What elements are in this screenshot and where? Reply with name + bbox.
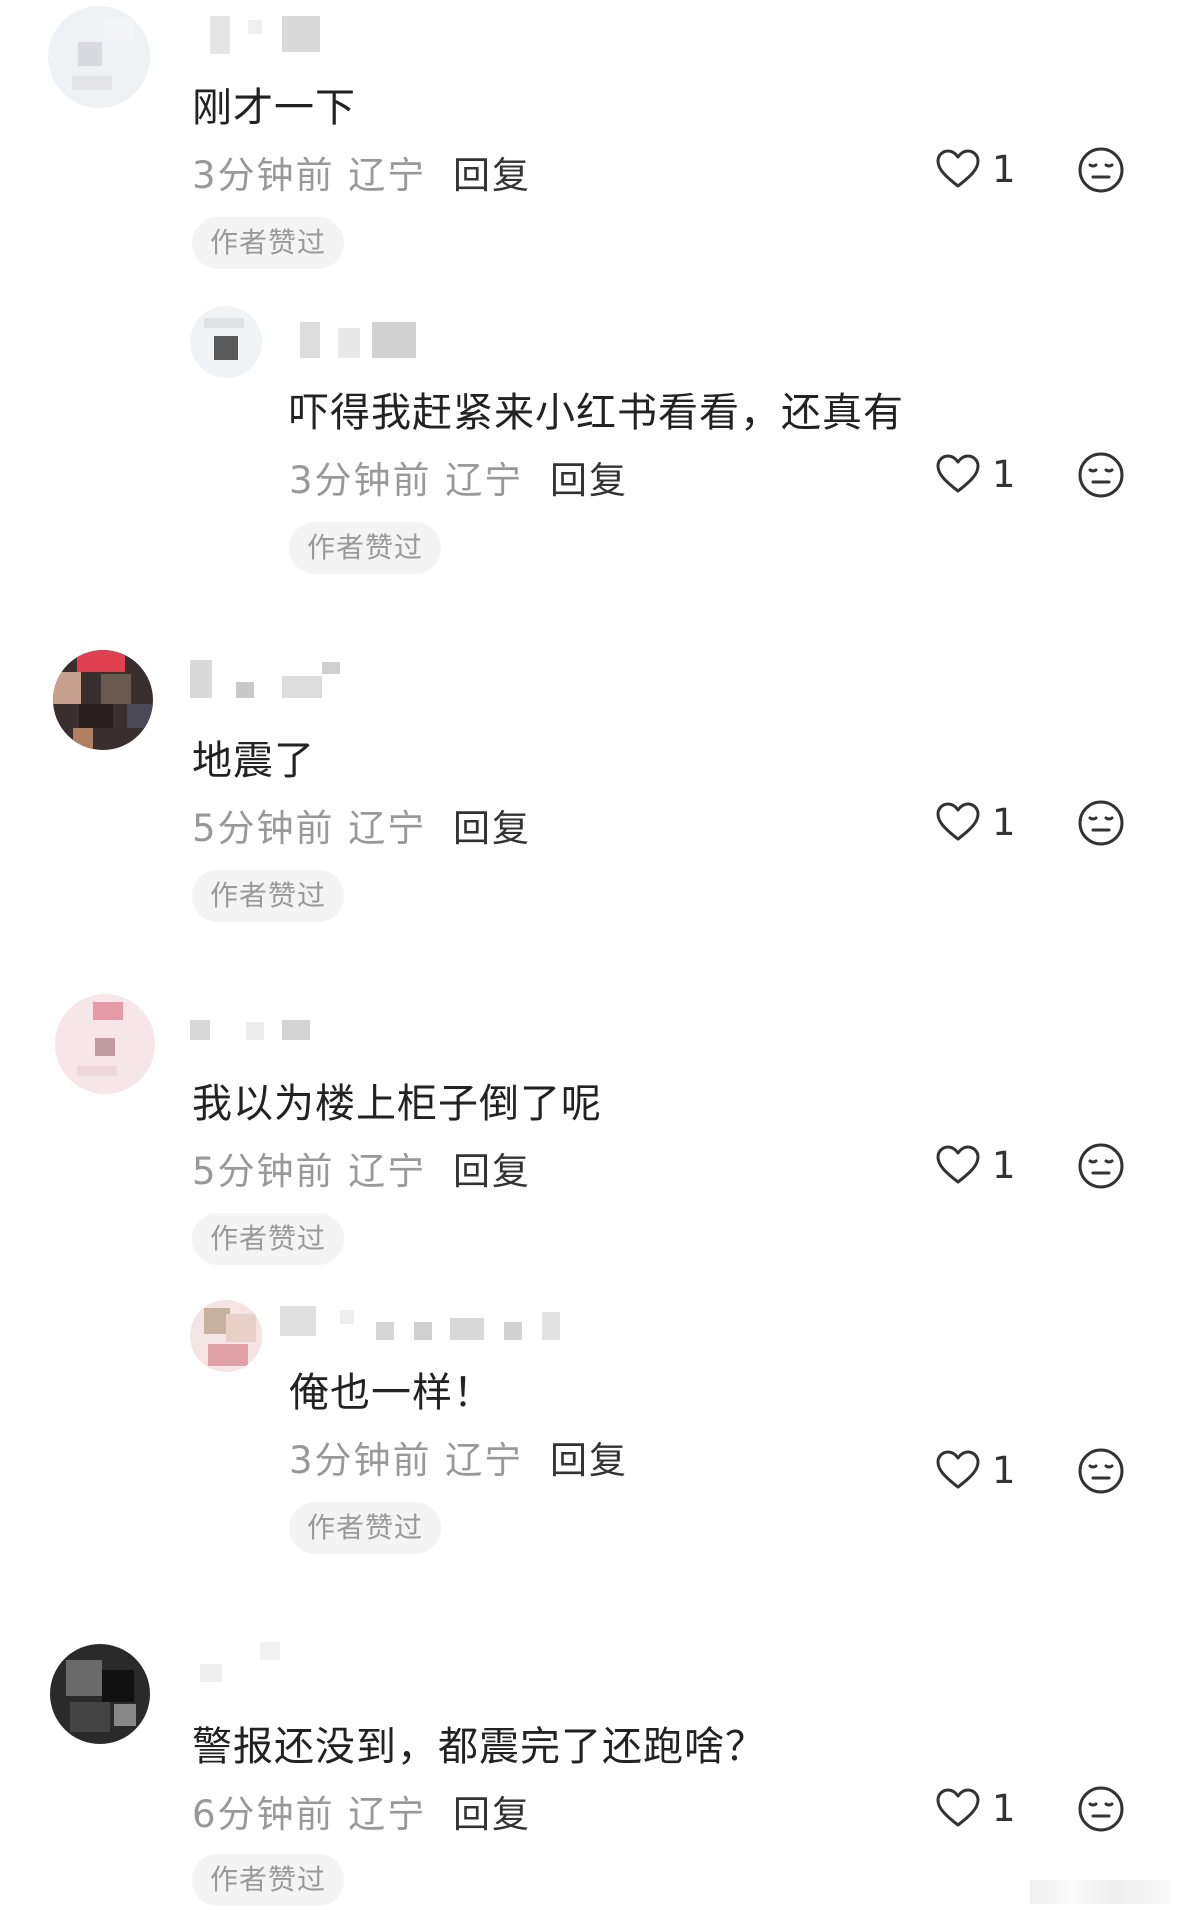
- reply-button[interactable]: 回复: [453, 1141, 531, 1195]
- reply-button[interactable]: 回复: [453, 145, 531, 199]
- expressionless-face-icon[interactable]: [1077, 1142, 1125, 1190]
- comment-meta: 3分钟前 辽宁: [192, 154, 427, 197]
- author-liked-badge: 作者赞过: [192, 217, 345, 269]
- avatar[interactable]: [48, 6, 150, 108]
- reply-button[interactable]: 回复: [550, 1430, 628, 1484]
- comment-text: 警报还没到，都震完了还跑啥？: [192, 1724, 766, 1770]
- comment-meta: 5分钟前 辽宁: [192, 807, 427, 850]
- expressionless-face-icon[interactable]: [1077, 451, 1125, 499]
- watermark: [1030, 1880, 1170, 1904]
- like-count: 1: [992, 1144, 1016, 1187]
- author-liked-badge: 作者赞过: [289, 522, 442, 574]
- heart-outline-icon[interactable]: [935, 801, 981, 843]
- author-liked-badge: 作者赞过: [289, 1502, 442, 1554]
- comment-text: 地震了: [192, 738, 315, 784]
- comment-meta: 3分钟前 辽宁: [289, 459, 524, 502]
- reply-button[interactable]: 回复: [550, 450, 628, 504]
- author-liked-badge: 作者赞过: [192, 870, 345, 922]
- expressionless-face-icon[interactable]: [1077, 1785, 1125, 1833]
- comment-text: 刚才一下: [192, 85, 356, 131]
- comment-text: 俺也一样！: [289, 1370, 494, 1416]
- expressionless-face-icon[interactable]: [1077, 1447, 1125, 1495]
- heart-outline-icon[interactable]: [935, 453, 981, 495]
- reply-button[interactable]: 回复: [453, 1784, 531, 1838]
- author-liked-badge: 作者赞过: [192, 1854, 345, 1906]
- heart-outline-icon[interactable]: [935, 1144, 981, 1186]
- like-count: 1: [992, 1787, 1016, 1830]
- heart-outline-icon[interactable]: [935, 148, 981, 190]
- reply-button[interactable]: 回复: [453, 798, 531, 852]
- like-count: 1: [992, 1449, 1016, 1492]
- heart-outline-icon[interactable]: [935, 1449, 981, 1491]
- comment-text: 吓得我赶紧来小红书看看，还真有: [289, 390, 904, 436]
- expressionless-face-icon[interactable]: [1077, 799, 1125, 847]
- username[interactable]: [210, 14, 330, 54]
- avatar[interactable]: [53, 650, 153, 750]
- expressionless-face-icon[interactable]: [1077, 146, 1125, 194]
- comment-meta: 6分钟前 辽宁: [192, 1793, 427, 1836]
- avatar[interactable]: [55, 994, 155, 1094]
- heart-outline-icon[interactable]: [935, 1787, 981, 1829]
- comment-meta: 5分钟前 辽宁: [192, 1150, 427, 1193]
- comment-text: 我以为楼上柜子倒了呢: [192, 1081, 602, 1127]
- username[interactable]: [280, 1302, 600, 1342]
- avatar[interactable]: [190, 1300, 262, 1372]
- comment-meta: 3分钟前 辽宁: [289, 1439, 524, 1482]
- like-count: 1: [992, 148, 1016, 191]
- avatar[interactable]: [50, 1644, 150, 1744]
- author-liked-badge: 作者赞过: [192, 1213, 345, 1265]
- avatar[interactable]: [190, 306, 262, 378]
- like-count: 1: [992, 453, 1016, 496]
- username[interactable]: [190, 1010, 330, 1050]
- username[interactable]: [300, 320, 420, 360]
- like-count: 1: [992, 801, 1016, 844]
- username[interactable]: [200, 1642, 320, 1682]
- username[interactable]: [190, 660, 360, 700]
